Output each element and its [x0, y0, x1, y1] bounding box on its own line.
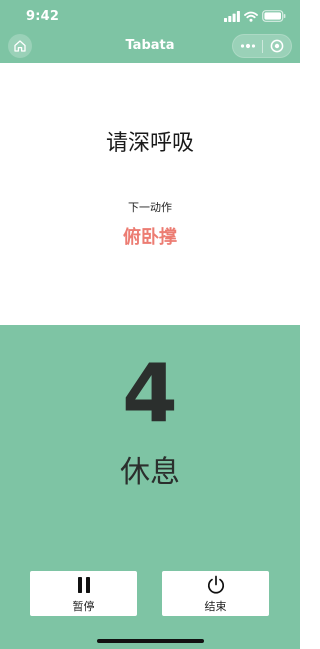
close-button[interactable] — [263, 35, 291, 57]
battery-icon — [262, 10, 286, 22]
more-button[interactable] — [233, 35, 262, 57]
pause-icon — [77, 577, 90, 593]
wifi-icon — [244, 11, 258, 22]
end-button[interactable]: 结束 — [162, 571, 269, 616]
status-bar: 9:42 — [0, 0, 300, 32]
power-icon-wrap — [206, 575, 226, 594]
home-indicator — [97, 639, 204, 643]
header-area: 9:42 Tabata — [0, 0, 300, 63]
status-icons — [224, 10, 286, 22]
power-icon — [207, 575, 224, 594]
pause-icon-wrap — [77, 576, 91, 594]
mini-program-capsule — [232, 34, 292, 58]
exercise-info-panel: 请深呼吸 下一动作 俯卧撑 — [0, 63, 300, 325]
close-target-icon — [270, 39, 284, 53]
pause-button[interactable]: 暂停 — [30, 571, 137, 616]
nav-bar: Tabata — [0, 32, 300, 62]
status-time: 9:42 — [26, 9, 60, 24]
countdown-number: 4 — [122, 347, 178, 440]
next-exercise-name: 俯卧撑 — [123, 227, 177, 248]
signal-icon — [224, 10, 240, 22]
pause-label: 暂停 — [72, 600, 95, 613]
timer-panel: 4 休息 暂停 结束 — [0, 325, 300, 649]
breathing-prompt: 请深呼吸 — [105, 131, 194, 156]
next-exercise-label: 下一动作 — [128, 201, 172, 214]
more-dots-icon — [240, 43, 255, 49]
end-label: 结束 — [204, 600, 227, 613]
phase-label: 休息 — [120, 455, 180, 490]
